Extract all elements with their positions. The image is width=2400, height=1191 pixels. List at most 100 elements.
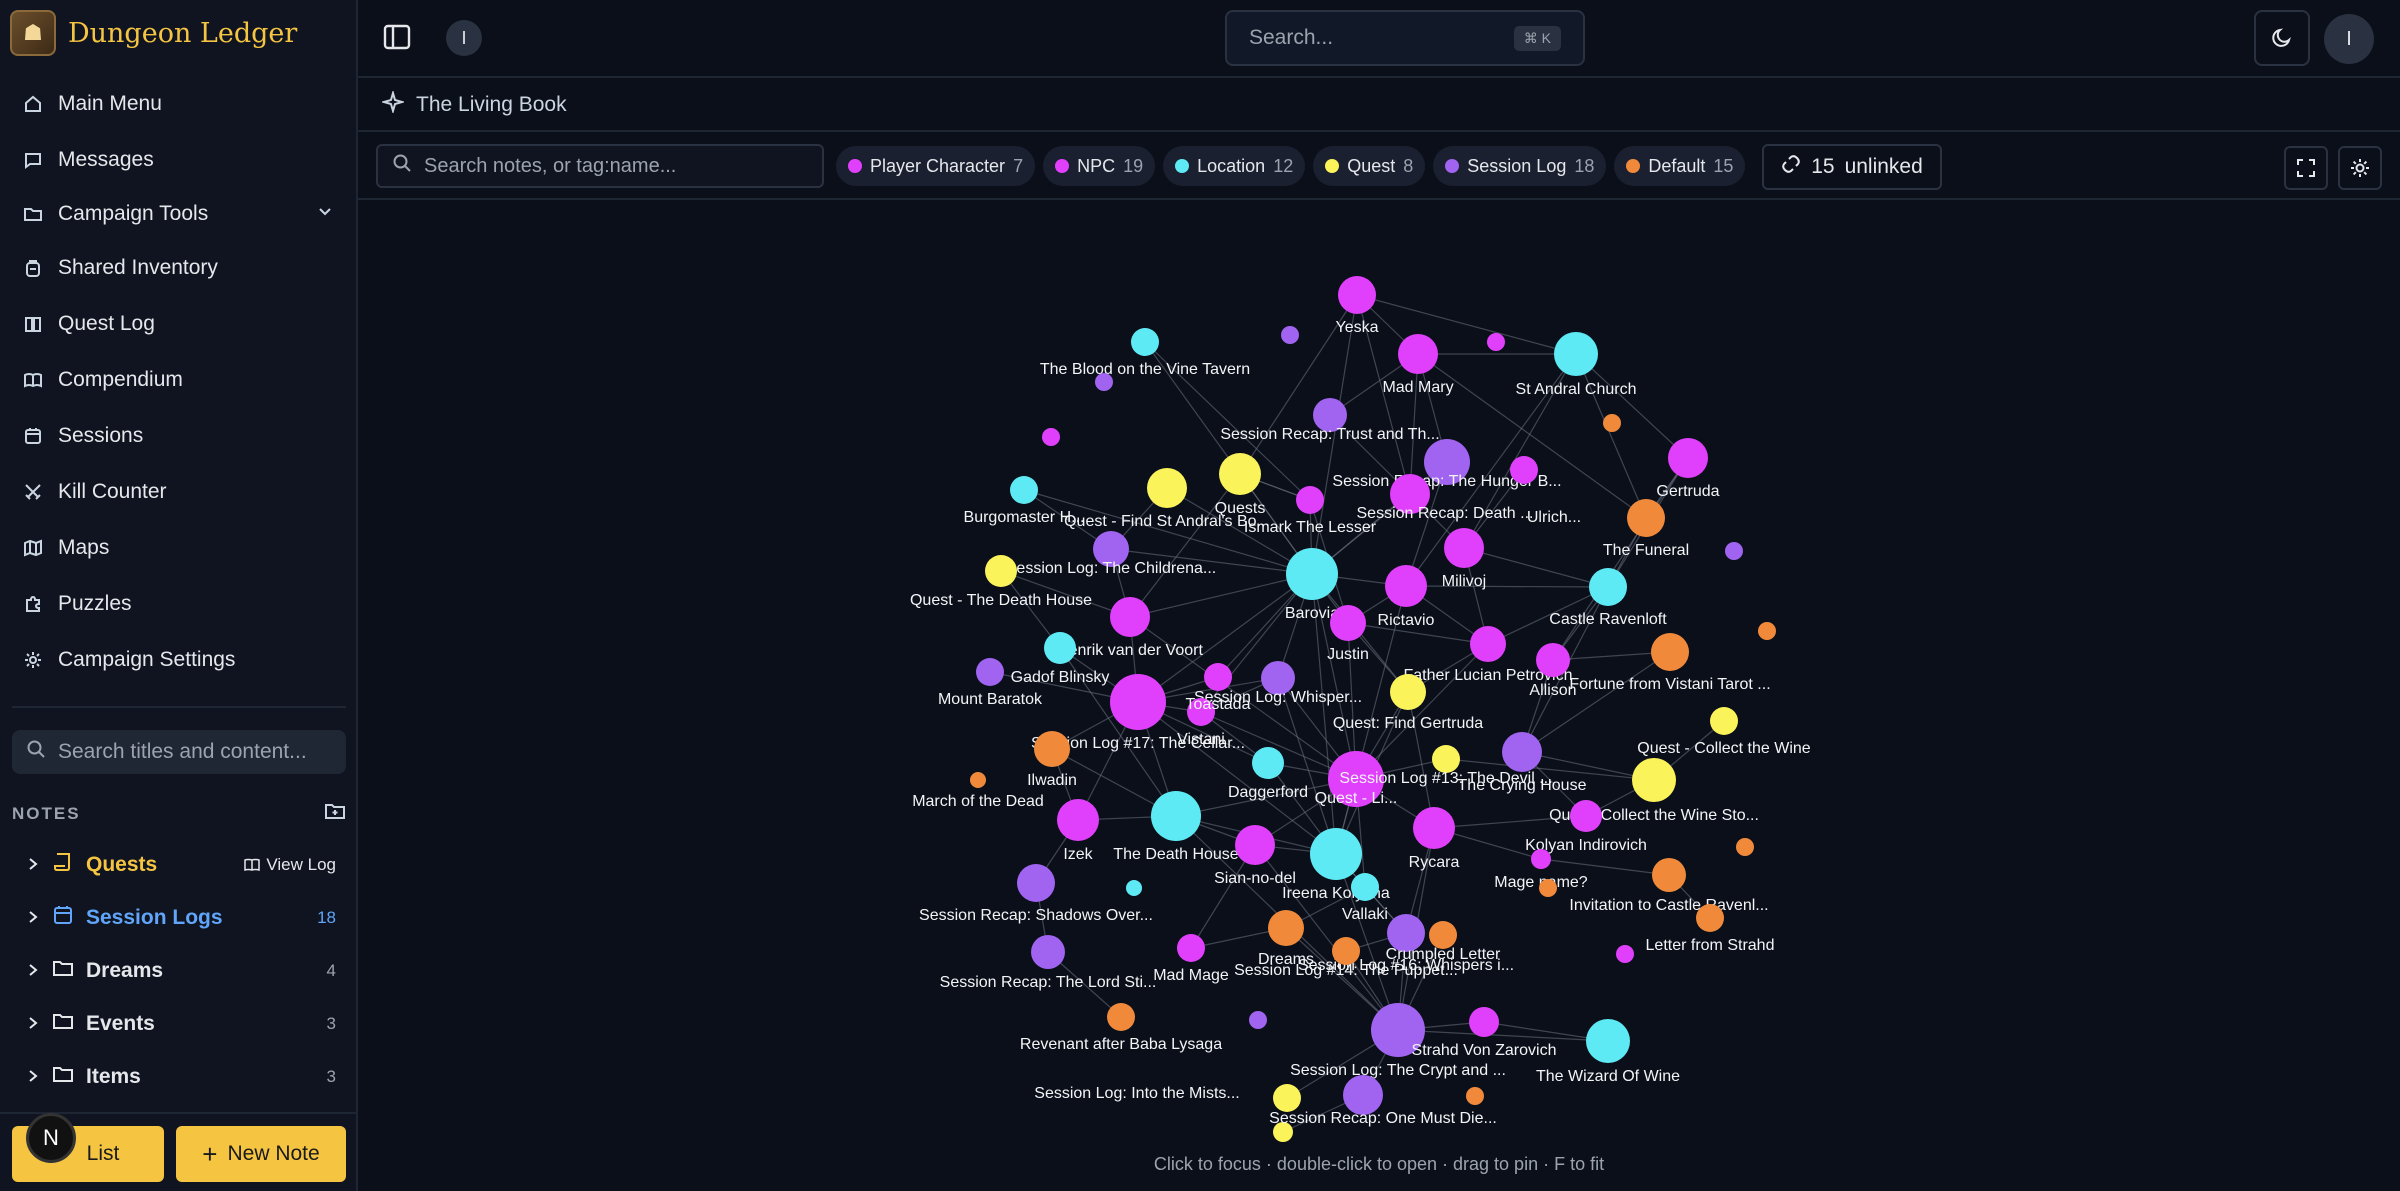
graph-node-dot[interactable] [1432, 745, 1460, 773]
graph-node-dot[interactable] [1017, 864, 1055, 902]
chevron-right-icon[interactable] [26, 959, 40, 983]
graph-node-dot[interactable] [1586, 1019, 1630, 1063]
chevron-right-icon[interactable] [26, 1065, 40, 1089]
graph-node[interactable]: The Blood on the Vine Tavern [1040, 328, 1250, 378]
graph-node-dot[interactable] [1413, 807, 1455, 849]
brand[interactable]: ☗ Dungeon Ledger [10, 10, 297, 56]
graph-node[interactable]: Quest - Collect the Wine [1637, 707, 1811, 757]
graph-node[interactable]: Strahd Von Zarovich [1412, 1007, 1557, 1059]
graph-node-dot[interactable] [1131, 328, 1159, 356]
user-avatar[interactable]: I [2324, 14, 2374, 64]
folder-items[interactable]: Items 3 [12, 1050, 346, 1103]
graph-node-dot[interactable] [1668, 438, 1708, 478]
graph-node-dot[interactable] [1010, 476, 1038, 504]
graph-node-dot[interactable] [970, 772, 986, 788]
graph-node[interactable]: Milivoj [1442, 528, 1486, 590]
graph-node-dot[interactable] [1696, 904, 1724, 932]
chevron-right-icon[interactable] [26, 853, 40, 877]
graph-node-dot[interactable] [1651, 633, 1689, 671]
nav-campaign-tools[interactable]: Campaign Tools [0, 188, 356, 240]
graph-node-dot[interactable] [1177, 934, 1205, 962]
nav-puzzles[interactable]: Puzzles [0, 576, 356, 632]
graph-node-dot[interactable] [1249, 1011, 1267, 1029]
graph-node[interactable]: Mad Mary [1382, 334, 1454, 396]
nav-maps[interactable]: Maps [0, 520, 356, 576]
graph-node-dot[interactable] [1031, 935, 1065, 969]
graph-node-dot[interactable] [1351, 873, 1379, 901]
graph-node-dot[interactable] [1204, 663, 1232, 691]
workspace-avatar[interactable]: I [446, 20, 482, 56]
nav-quest-log[interactable]: Quest Log [0, 296, 356, 352]
view-log-button[interactable]: View Log [244, 855, 336, 875]
nav-campaign-settings[interactable]: Campaign Settings [0, 632, 356, 688]
folder-session-logs[interactable]: Session Logs 18 [12, 891, 346, 944]
graph-node[interactable]: Gadof Blinsky [1011, 632, 1110, 686]
unlinked-button[interactable]: 15 unlinked [1762, 144, 1942, 190]
graph-node-dot[interactable] [1332, 937, 1360, 965]
new-note-button[interactable]: + New Note [176, 1126, 346, 1182]
sidebar-toggle-icon[interactable] [382, 22, 414, 54]
graph-node-dot[interactable] [1466, 1087, 1484, 1105]
graph-node[interactable]: Revenant after Baba Lysaga [1020, 1003, 1222, 1053]
graph-node-dot[interactable] [985, 555, 1017, 587]
nav-sessions[interactable]: Sessions [0, 408, 356, 464]
nav-compendium[interactable]: Compendium [0, 352, 356, 408]
graph-node-dot[interactable] [1444, 528, 1484, 568]
graph-node-dot[interactable] [1273, 1084, 1301, 1112]
theme-toggle-button[interactable] [2254, 10, 2310, 66]
note-graph[interactable]: Yeska The Blood on the Vine Tavern Mad Mar… [358, 202, 2400, 1191]
graph-node-dot[interactable] [1235, 825, 1275, 865]
graph-node[interactable]: Mad Mage [1153, 934, 1229, 984]
graph-node-dot[interactable] [1539, 879, 1557, 897]
fullscreen-button[interactable] [2284, 146, 2328, 190]
graph-node[interactable]: The Funeral [1603, 499, 1689, 559]
graph-node-dot[interactable] [1531, 849, 1551, 869]
graph-node-dot[interactable] [1398, 334, 1438, 374]
graph-node-dot[interactable] [1616, 945, 1634, 963]
graph-node-dot[interactable] [1710, 707, 1738, 735]
graph-node-dot[interactable] [1034, 731, 1070, 767]
graph-node-dot[interactable] [1758, 622, 1776, 640]
graph-node-dot[interactable] [1252, 747, 1284, 779]
graph-node[interactable]: Yeska [1336, 276, 1379, 336]
nav-shared-inventory[interactable]: Shared Inventory [0, 240, 356, 296]
graph-node-dot[interactable] [1554, 332, 1598, 376]
chip-quest[interactable]: Quest 8 [1313, 146, 1426, 186]
sidebar-search-input[interactable]: Search titles and content... [12, 730, 346, 774]
graph-node-dot[interactable] [1536, 643, 1570, 677]
graph-node-dot[interactable] [1107, 1003, 1135, 1031]
graph-node-dot[interactable] [1057, 799, 1099, 841]
chevron-right-icon[interactable] [26, 1012, 40, 1036]
graph-node-dot[interactable] [1330, 605, 1366, 641]
graph-node[interactable]: March of the Dead [912, 772, 1044, 810]
graph-node-dot[interactable] [1725, 542, 1743, 560]
graph-node-dot[interactable] [1627, 499, 1665, 537]
graph-node-dot[interactable] [976, 658, 1004, 686]
graph-node[interactable]: Session Recap: Trust and Th... [1220, 398, 1440, 443]
graph-node[interactable]: Barovia [1285, 548, 1339, 622]
graph-node[interactable]: Justin [1327, 605, 1369, 663]
avatar[interactable]: N [26, 1113, 76, 1163]
chip-player-character[interactable]: Player Character 7 [836, 146, 1036, 186]
graph-node-dot[interactable] [1126, 880, 1142, 896]
graph-node[interactable]: Castle Ravenloft [1549, 568, 1667, 628]
graph-node-dot[interactable] [1487, 333, 1505, 351]
chevron-down-icon[interactable] [316, 202, 334, 226]
graph-node-dot[interactable] [1268, 910, 1304, 946]
graph-node-dot[interactable] [1570, 800, 1602, 832]
graph-node[interactable]: St Andral Church [1516, 332, 1637, 398]
graph-node[interactable]: Session Recap: The Lord Sti... [940, 935, 1157, 991]
graph-node[interactable]: Daggerford [1228, 747, 1308, 801]
graph-node-dot[interactable] [1390, 674, 1426, 710]
graph-node[interactable]: Gertruda [1656, 438, 1720, 500]
graph-node-dot[interactable] [1110, 674, 1166, 730]
graph-canvas[interactable]: Yeska The Blood on the Vine Tavern Mad Mar… [358, 202, 2400, 1142]
graph-node[interactable]: The Wizard Of Wine [1536, 1019, 1680, 1085]
graph-node-dot[interactable] [1095, 373, 1113, 391]
graph-node[interactable]: Session Log: Into the Mists... [1034, 1084, 1301, 1112]
chevron-right-icon[interactable] [26, 906, 40, 930]
nav-kill-counter[interactable]: Kill Counter [0, 464, 356, 520]
folder-dreams[interactable]: Dreams 4 [12, 944, 346, 997]
graph-node-dot[interactable] [1296, 486, 1324, 514]
nav-messages[interactable]: Messages [0, 132, 356, 188]
